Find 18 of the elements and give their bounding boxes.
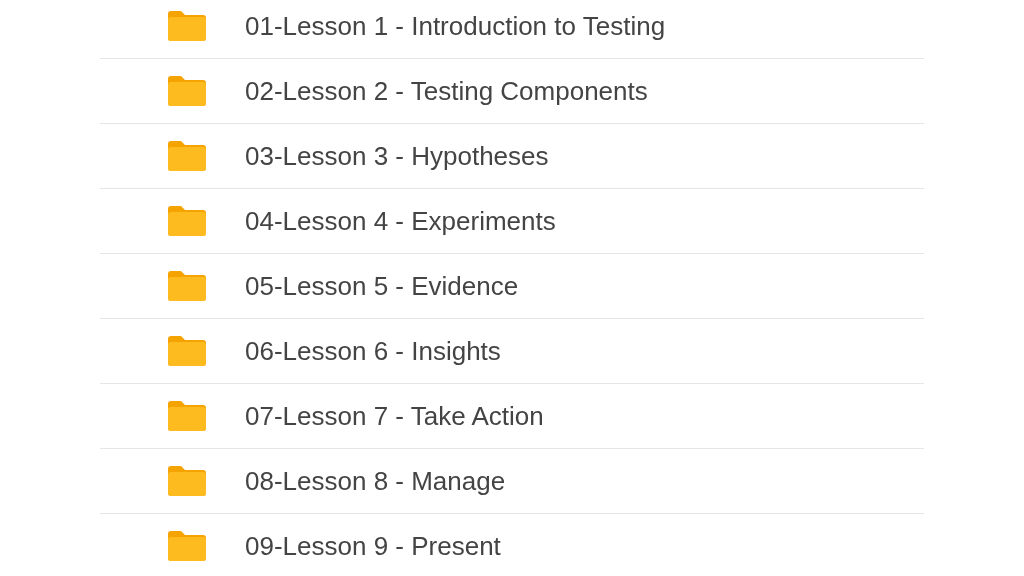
folder-name[interactable]: 07-Lesson 7 - Take Action: [245, 400, 544, 432]
folder-name[interactable]: 02-Lesson 2 - Testing Components: [245, 75, 648, 107]
folder-name[interactable]: 04-Lesson 4 - Experiments: [245, 205, 556, 237]
folder-name[interactable]: 05-Lesson 5 - Evidence: [245, 270, 519, 302]
folder-icon: [168, 466, 206, 496]
folder-icon: [168, 336, 206, 366]
folder-icon: [168, 271, 206, 301]
folder-icon: [168, 76, 206, 106]
folder-name[interactable]: 06-Lesson 6 - Insights: [245, 335, 501, 367]
folder-name[interactable]: 09-Lesson 9 - Present: [245, 530, 501, 562]
folder-icon: [168, 206, 206, 236]
folder-icon: [168, 531, 206, 561]
folder-icon: [168, 141, 206, 171]
folder-icon: [168, 401, 206, 431]
folder-name[interactable]: 01-Lesson 1 - Introduction to Testing: [245, 10, 666, 42]
folder-name[interactable]: 03-Lesson 3 - Hypotheses: [245, 140, 549, 172]
folder-name[interactable]: 08-Lesson 8 - Manage: [245, 465, 506, 497]
folder-icon: [168, 11, 206, 41]
